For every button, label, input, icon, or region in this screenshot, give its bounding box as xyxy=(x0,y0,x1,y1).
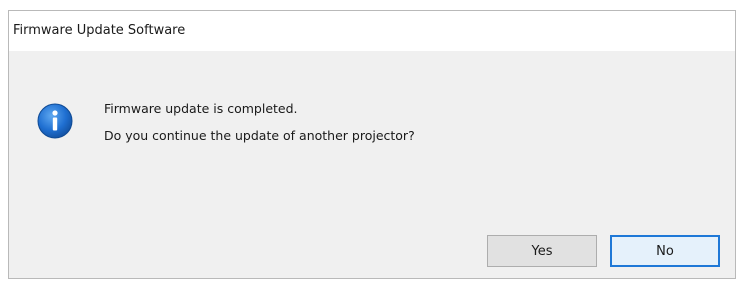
dialog-titlebar[interactable]: Firmware Update Software xyxy=(9,11,735,51)
message-line-question: Do you continue the update of another pr… xyxy=(104,128,415,143)
dialog-message: Firmware update is completed. Do you con… xyxy=(104,95,415,149)
yes-button[interactable]: Yes xyxy=(487,235,597,267)
message-dialog: Firmware Update Software Firmware update… xyxy=(8,10,736,279)
dialog-title: Firmware Update Software xyxy=(13,23,186,38)
no-button[interactable]: No xyxy=(610,235,720,267)
message-line-completed: Firmware update is completed. xyxy=(104,101,298,116)
info-icon xyxy=(37,103,73,139)
